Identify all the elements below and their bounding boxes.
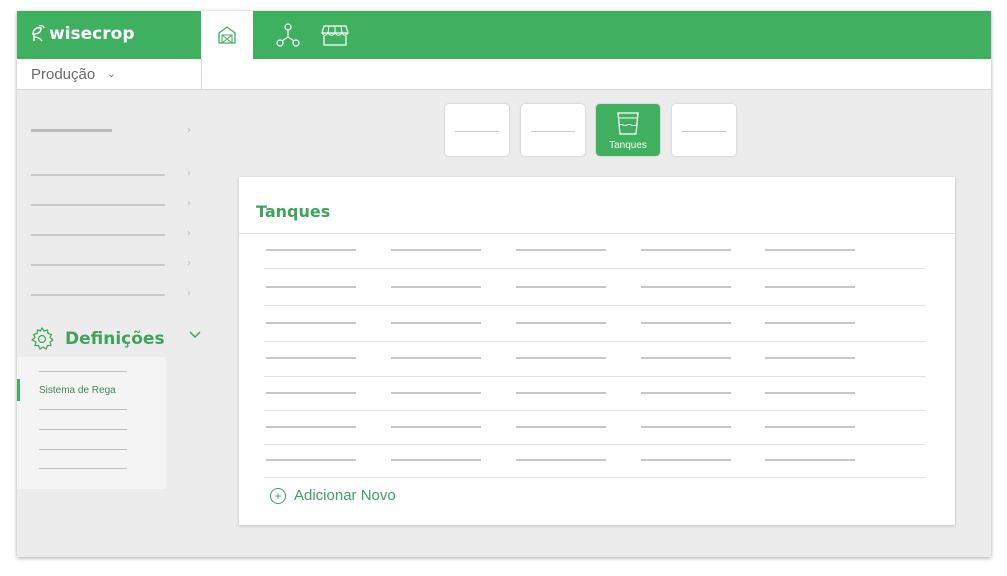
row-divider <box>264 477 926 478</box>
divider <box>239 233 955 234</box>
table-cell-placeholder <box>641 426 731 428</box>
table-cell-placeholder <box>641 322 731 324</box>
add-new-button[interactable]: + Adicionar Novo <box>270 487 396 504</box>
table-cell-placeholder <box>765 357 855 359</box>
tab-label-placeholder <box>531 131 575 132</box>
table-cell-placeholder <box>641 392 731 394</box>
table-cell-placeholder <box>641 357 731 359</box>
table-cell-placeholder <box>516 322 606 324</box>
table-cell-placeholder <box>516 286 606 288</box>
leaf-logo-icon <box>32 24 45 42</box>
table-cell-placeholder <box>765 249 855 251</box>
category-tab-tanks[interactable]: Tanques <box>596 104 660 156</box>
sidebar-item-placeholder[interactable] <box>31 174 165 176</box>
chevron-right-icon[interactable]: › <box>187 168 191 179</box>
submenu-item-irrigation-system[interactable]: Sistema de Rega <box>39 385 116 396</box>
table-cell-placeholder <box>516 426 606 428</box>
panel-title: Tanques <box>256 202 331 221</box>
chevron-right-icon[interactable]: › <box>187 125 191 136</box>
tanks-panel: Tanques + Adicionar Novo <box>239 177 955 525</box>
tab-label-placeholder <box>682 131 726 132</box>
table-cell-placeholder <box>391 286 481 288</box>
app-name: wisecrop <box>49 24 135 44</box>
table-cell-placeholder <box>765 392 855 394</box>
table-cell-placeholder <box>765 286 855 288</box>
sidebar-item-placeholder[interactable] <box>31 264 165 266</box>
table-cell-placeholder <box>266 286 356 288</box>
network-icon <box>276 23 300 47</box>
nav-tab-market[interactable] <box>313 11 357 59</box>
gear-icon <box>31 327 54 350</box>
table-cell-placeholder <box>391 426 481 428</box>
table-cell-placeholder <box>765 322 855 324</box>
active-indicator <box>17 379 20 401</box>
sidebar-item-settings[interactable]: Definições <box>29 326 165 352</box>
submenu-item-placeholder[interactable] <box>39 409 127 410</box>
table-cell-placeholder <box>765 459 855 461</box>
sidebar-item-placeholder[interactable] <box>31 234 165 236</box>
table-cell-placeholder <box>266 322 356 324</box>
table-cell-placeholder <box>266 392 356 394</box>
greenhouse-icon <box>218 26 236 44</box>
table-cell-placeholder <box>641 249 731 251</box>
chevron-down-icon[interactable] <box>189 331 201 339</box>
app-window: wisecrop Produção ⌄ › › › › › › Definiçõ… <box>17 11 991 557</box>
chevron-right-icon[interactable]: › <box>187 288 191 299</box>
row-divider <box>264 341 926 342</box>
chevron-right-icon[interactable]: › <box>187 258 191 269</box>
table-cell-placeholder <box>266 426 356 428</box>
plus-circle-icon: + <box>270 487 286 504</box>
sidebar-item-placeholder[interactable] <box>31 204 165 206</box>
settings-label: Definições <box>65 329 165 349</box>
row-divider <box>264 268 926 269</box>
tab-label-placeholder <box>455 131 499 132</box>
category-tab[interactable] <box>445 104 509 156</box>
settings-submenu: Sistema de Rega <box>17 357 166 489</box>
category-tab[interactable] <box>521 104 585 156</box>
table-cell-placeholder <box>641 459 731 461</box>
submenu-item-placeholder[interactable] <box>39 429 127 430</box>
table-cell-placeholder <box>641 286 731 288</box>
table-cell-placeholder <box>516 357 606 359</box>
table-cell-placeholder <box>516 392 606 394</box>
table-cell-placeholder <box>391 249 481 251</box>
production-bar: Produção ⌄ <box>17 59 991 90</box>
table-cell-placeholder <box>516 459 606 461</box>
nav-tab-home[interactable] <box>201 11 253 59</box>
row-divider <box>264 305 926 306</box>
table-cell-placeholder <box>391 357 481 359</box>
table-cell-placeholder <box>266 357 356 359</box>
chevron-right-icon[interactable]: › <box>187 228 191 239</box>
submenu-item-placeholder[interactable] <box>39 449 127 450</box>
table-cell-placeholder <box>391 392 481 394</box>
table-cell-placeholder <box>391 322 481 324</box>
nav-tab-network[interactable] <box>271 11 305 59</box>
tank-icon <box>617 112 639 135</box>
sidebar-header-placeholder <box>31 129 112 132</box>
submenu-item-placeholder[interactable] <box>39 371 127 372</box>
chevron-right-icon[interactable]: › <box>187 198 191 209</box>
market-icon <box>321 25 349 46</box>
row-divider <box>264 376 926 377</box>
table-cell-placeholder <box>391 459 481 461</box>
table-cell-placeholder <box>765 426 855 428</box>
sidebar-item-placeholder[interactable] <box>31 294 165 296</box>
top-navbar: wisecrop <box>17 11 991 59</box>
submenu-item-placeholder[interactable] <box>39 468 127 469</box>
production-label: Produção <box>31 65 96 83</box>
row-divider <box>264 444 926 445</box>
production-select[interactable]: Produção ⌄ <box>17 59 202 89</box>
row-divider <box>264 410 926 411</box>
table-cell-placeholder <box>516 249 606 251</box>
add-new-label: Adicionar Novo <box>294 487 396 504</box>
tab-tanks-label: Tanques <box>609 140 647 151</box>
table-cell-placeholder <box>266 459 356 461</box>
chevron-down-icon: ⌄ <box>107 68 116 80</box>
table-cell-placeholder <box>266 249 356 251</box>
app-logo[interactable]: wisecrop <box>29 24 135 44</box>
category-tab[interactable] <box>672 104 736 156</box>
